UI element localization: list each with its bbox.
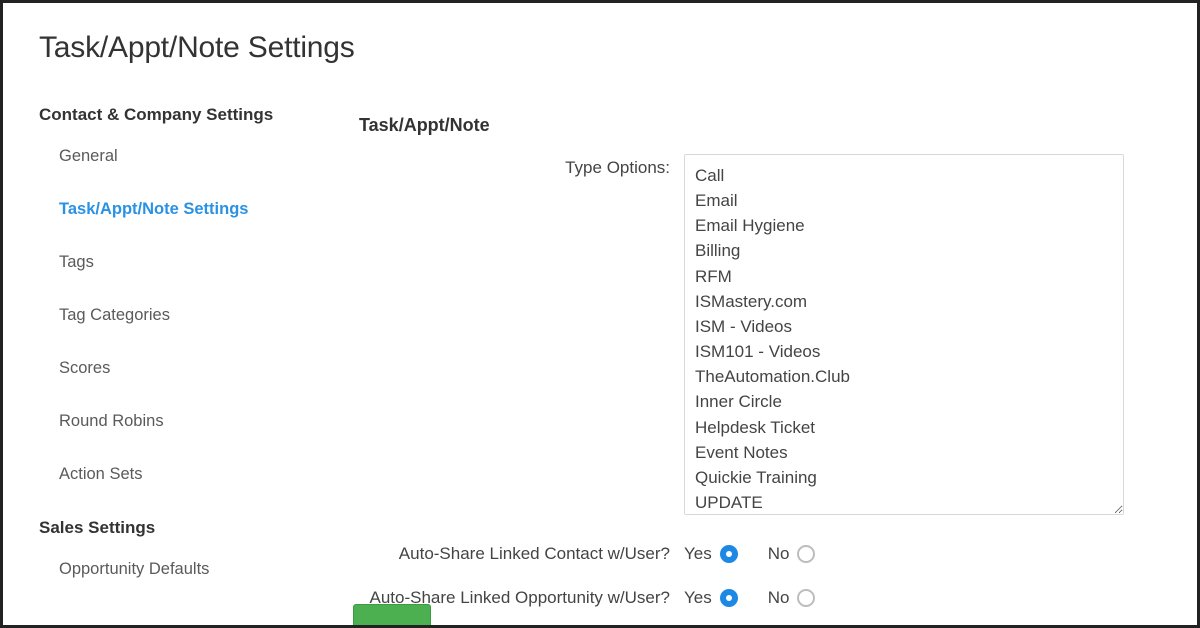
sidebar-item-action-sets[interactable]: Action Sets [39,461,349,488]
app-frame: Task/Appt/Note Settings Contact & Compan… [0,0,1200,628]
autoshare-opportunity-no-label: No [768,588,790,608]
autoshare-opportunity-yes[interactable]: Yes [684,588,738,608]
sidebar-item-round-robins[interactable]: Round Robins [39,408,349,435]
field-autoshare-opportunity: Auto-Share Linked Opportunity w/User? Ye… [359,588,1167,608]
sidebar: Contact & Company Settings General Task/… [39,105,349,628]
sidebar-item-general[interactable]: General [39,143,349,170]
autoshare-contact-yes-label: Yes [684,544,712,564]
save-button[interactable] [353,604,431,628]
type-options-label: Type Options: [359,154,684,178]
autoshare-opportunity-yes-label: Yes [684,588,712,608]
main-panel: Task/Appt/Note Type Options: Auto-Share … [349,105,1167,628]
page-title: Task/Appt/Note Settings [39,31,1167,65]
radio-icon [797,545,815,563]
page-container: Task/Appt/Note Settings Contact & Compan… [3,3,1197,628]
sidebar-heading-sales: Sales Settings [39,518,349,538]
sidebar-section-contact: Contact & Company Settings General Task/… [39,105,349,488]
autoshare-contact-group: Yes No [684,544,1167,564]
autoshare-opportunity-group: Yes No [684,588,1167,608]
sidebar-section-sales: Sales Settings Opportunity Defaults [39,518,349,583]
autoshare-contact-no[interactable]: No [768,544,816,564]
sidebar-heading-contact: Contact & Company Settings [39,105,349,125]
radio-icon [797,589,815,607]
autoshare-contact-label: Auto-Share Linked Contact w/User? [359,544,684,564]
autoshare-contact-no-label: No [768,544,790,564]
sidebar-item-tags[interactable]: Tags [39,249,349,276]
type-options-control [684,154,1167,520]
field-autoshare-contact: Auto-Share Linked Contact w/User? Yes No [359,544,1167,564]
type-options-textarea[interactable] [684,154,1124,515]
section-heading: Task/Appt/Note [359,115,1167,136]
sidebar-item-scores[interactable]: Scores [39,355,349,382]
autoshare-opportunity-no[interactable]: No [768,588,816,608]
radio-icon [720,589,738,607]
columns: Contact & Company Settings General Task/… [39,105,1167,628]
radio-icon [720,545,738,563]
sidebar-item-task-appt-note-settings[interactable]: Task/Appt/Note Settings [39,196,349,223]
sidebar-item-opportunity-defaults[interactable]: Opportunity Defaults [39,556,349,583]
sidebar-item-tag-categories[interactable]: Tag Categories [39,302,349,329]
field-type-options: Type Options: [359,154,1167,520]
autoshare-contact-yes[interactable]: Yes [684,544,738,564]
